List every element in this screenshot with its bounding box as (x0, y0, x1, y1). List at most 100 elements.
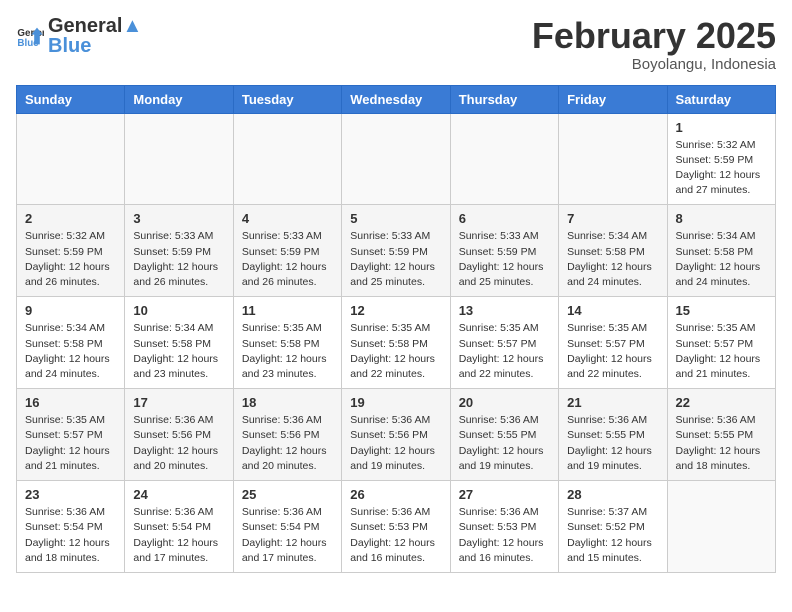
day-info: Sunrise: 5:36 AMSunset: 5:56 PMDaylight:… (133, 413, 224, 474)
day-info: Sunrise: 5:33 AMSunset: 5:59 PMDaylight:… (350, 229, 441, 290)
day-info: Sunrise: 5:34 AMSunset: 5:58 PMDaylight:… (567, 229, 658, 290)
weekday-header-tuesday: Tuesday (233, 85, 341, 113)
day-info: Sunrise: 5:35 AMSunset: 5:57 PMDaylight:… (25, 413, 116, 474)
calendar-day-cell: 9 Sunrise: 5:34 AMSunset: 5:58 PMDaylight… (17, 297, 125, 389)
day-number: 4 (242, 211, 333, 226)
calendar-day-cell: 3 Sunrise: 5:33 AMSunset: 5:59 PMDaylight… (125, 205, 233, 297)
day-info: Sunrise: 5:36 AMSunset: 5:54 PMDaylight:… (133, 505, 224, 566)
day-info: Sunrise: 5:36 AMSunset: 5:55 PMDaylight:… (459, 413, 550, 474)
calendar-day-cell: 1 Sunrise: 5:32 AMSunset: 5:59 PMDaylight… (667, 113, 775, 205)
calendar-day-cell: 14 Sunrise: 5:35 AMSunset: 5:57 PMDayligh… (559, 297, 667, 389)
day-info: Sunrise: 5:35 AMSunset: 5:58 PMDaylight:… (350, 321, 441, 382)
day-info: Sunrise: 5:36 AMSunset: 5:56 PMDaylight:… (242, 413, 333, 474)
calendar-table: SundayMondayTuesdayWednesdayThursdayFrid… (16, 85, 776, 573)
weekday-header-wednesday: Wednesday (342, 85, 450, 113)
calendar-day-cell: 19 Sunrise: 5:36 AMSunset: 5:56 PMDayligh… (342, 389, 450, 481)
day-info: Sunrise: 5:34 AMSunset: 5:58 PMDaylight:… (133, 321, 224, 382)
day-info: Sunrise: 5:36 AMSunset: 5:55 PMDaylight:… (567, 413, 658, 474)
day-number: 18 (242, 395, 333, 410)
day-info: Sunrise: 5:34 AMSunset: 5:58 PMDaylight:… (25, 321, 116, 382)
calendar-day-cell: 26 Sunrise: 5:36 AMSunset: 5:53 PMDayligh… (342, 481, 450, 573)
day-info: Sunrise: 5:35 AMSunset: 5:57 PMDaylight:… (676, 321, 767, 382)
logo-subtext: Blue (48, 36, 142, 56)
day-number: 9 (25, 303, 116, 318)
calendar-day-cell: 7 Sunrise: 5:34 AMSunset: 5:58 PMDaylight… (559, 205, 667, 297)
day-number: 28 (567, 487, 658, 502)
calendar-day-cell (667, 481, 775, 573)
calendar-day-cell: 25Sunrise: 5:36 AMSunset: 5:54 PMDayligh… (233, 481, 341, 573)
logo-text: General▲ (48, 16, 142, 36)
calendar-day-cell: 5 Sunrise: 5:33 AMSunset: 5:59 PMDaylight… (342, 205, 450, 297)
day-number: 26 (350, 487, 441, 502)
calendar-day-cell: 15 Sunrise: 5:35 AMSunset: 5:57 PMDayligh… (667, 297, 775, 389)
weekday-header-saturday: Saturday (667, 85, 775, 113)
calendar-day-cell: 27 Sunrise: 5:36 AMSunset: 5:53 PMDayligh… (450, 481, 558, 573)
day-number: 11 (242, 303, 333, 318)
weekday-header-thursday: Thursday (450, 85, 558, 113)
day-number: 2 (25, 211, 116, 226)
calendar-day-cell: 13 Sunrise: 5:35 AMSunset: 5:57 PMDayligh… (450, 297, 558, 389)
calendar-day-cell: 2 Sunrise: 5:32 AMSunset: 5:59 PMDaylight… (17, 205, 125, 297)
day-number: 14 (567, 303, 658, 318)
day-info: Sunrise: 5:32 AMSunset: 5:59 PMDaylight:… (676, 138, 767, 199)
day-info: Sunrise: 5:35 AMSunset: 5:57 PMDaylight:… (567, 321, 658, 382)
page-header: General Blue General▲ Blue February 2025… (16, 16, 776, 73)
calendar-day-cell: 11 Sunrise: 5:35 AMSunset: 5:58 PMDayligh… (233, 297, 341, 389)
calendar-day-cell (233, 113, 341, 205)
calendar-day-cell: 21 Sunrise: 5:36 AMSunset: 5:55 PMDayligh… (559, 389, 667, 481)
calendar-day-cell: 8 Sunrise: 5:34 AMSunset: 5:58 PMDaylight… (667, 205, 775, 297)
calendar-day-cell: 20Sunrise: 5:36 AMSunset: 5:55 PMDayligh… (450, 389, 558, 481)
day-number: 8 (676, 211, 767, 226)
day-number: 10 (133, 303, 224, 318)
day-number: 7 (567, 211, 658, 226)
day-number: 3 (133, 211, 224, 226)
calendar-day-cell: 16Sunrise: 5:35 AMSunset: 5:57 PMDayligh… (17, 389, 125, 481)
calendar-day-cell: 12 Sunrise: 5:35 AMSunset: 5:58 PMDayligh… (342, 297, 450, 389)
day-number: 1 (676, 120, 767, 135)
calendar-week-row: 9 Sunrise: 5:34 AMSunset: 5:58 PMDaylight… (17, 297, 776, 389)
day-info: Sunrise: 5:34 AMSunset: 5:58 PMDaylight:… (676, 229, 767, 290)
svg-text:Blue: Blue (17, 38, 39, 49)
title-block: February 2025 Boyolangu, Indonesia (532, 16, 776, 73)
month-title: February 2025 (532, 16, 776, 56)
day-info: Sunrise: 5:33 AMSunset: 5:59 PMDaylight:… (242, 229, 333, 290)
day-info: Sunrise: 5:36 AMSunset: 5:53 PMDaylight:… (459, 505, 550, 566)
calendar-day-cell: 23 Sunrise: 5:36 AMSunset: 5:54 PMDayligh… (17, 481, 125, 573)
logo: General Blue General▲ Blue (16, 16, 142, 56)
weekday-header-friday: Friday (559, 85, 667, 113)
calendar-day-cell (125, 113, 233, 205)
day-number: 17 (133, 395, 224, 410)
calendar-day-cell (342, 113, 450, 205)
day-number: 25 (242, 487, 333, 502)
calendar-day-cell: 17 Sunrise: 5:36 AMSunset: 5:56 PMDayligh… (125, 389, 233, 481)
location: Boyolangu, Indonesia (532, 56, 776, 73)
calendar-day-cell: 24 Sunrise: 5:36 AMSunset: 5:54 PMDayligh… (125, 481, 233, 573)
weekday-header-row: SundayMondayTuesdayWednesdayThursdayFrid… (17, 85, 776, 113)
day-info: Sunrise: 5:36 AMSunset: 5:54 PMDaylight:… (25, 505, 116, 566)
day-info: Sunrise: 5:37 AMSunset: 5:52 PMDaylight:… (567, 505, 658, 566)
calendar-week-row: 1 Sunrise: 5:32 AMSunset: 5:59 PMDaylight… (17, 113, 776, 205)
day-number: 23 (25, 487, 116, 502)
day-info: Sunrise: 5:32 AMSunset: 5:59 PMDaylight:… (25, 229, 116, 290)
day-number: 22 (676, 395, 767, 410)
day-number: 27 (459, 487, 550, 502)
day-info: Sunrise: 5:36 AMSunset: 5:53 PMDaylight:… (350, 505, 441, 566)
day-number: 21 (567, 395, 658, 410)
day-number: 24 (133, 487, 224, 502)
calendar-day-cell (559, 113, 667, 205)
weekday-header-monday: Monday (125, 85, 233, 113)
day-number: 15 (676, 303, 767, 318)
calendar-day-cell: 6Sunrise: 5:33 AMSunset: 5:59 PMDaylight… (450, 205, 558, 297)
day-info: Sunrise: 5:35 AMSunset: 5:58 PMDaylight:… (242, 321, 333, 382)
day-number: 12 (350, 303, 441, 318)
day-info: Sunrise: 5:36 AMSunset: 5:56 PMDaylight:… (350, 413, 441, 474)
calendar-week-row: 2 Sunrise: 5:32 AMSunset: 5:59 PMDaylight… (17, 205, 776, 297)
calendar-day-cell (17, 113, 125, 205)
day-number: 5 (350, 211, 441, 226)
calendar-day-cell: 22Sunrise: 5:36 AMSunset: 5:55 PMDayligh… (667, 389, 775, 481)
day-info: Sunrise: 5:33 AMSunset: 5:59 PMDaylight:… (133, 229, 224, 290)
day-info: Sunrise: 5:35 AMSunset: 5:57 PMDaylight:… (459, 321, 550, 382)
day-number: 19 (350, 395, 441, 410)
weekday-header-sunday: Sunday (17, 85, 125, 113)
day-number: 13 (459, 303, 550, 318)
